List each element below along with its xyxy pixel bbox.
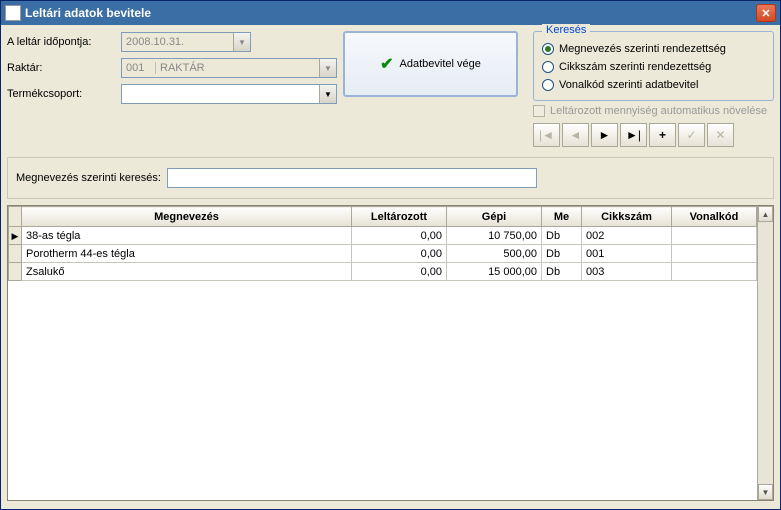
date-value: 2008.10.31. (122, 36, 233, 48)
radio-label: Vonalkód szerinti adatbevitel (559, 79, 698, 91)
nav-cancel-button: ✕ (707, 123, 734, 147)
table-row[interactable]: ▶38-as tégla0,0010 750,00Db002 (9, 227, 757, 245)
cell-name[interactable]: Porotherm 44-es tégla (22, 245, 352, 263)
chevron-down-icon[interactable]: ▼ (319, 59, 336, 77)
finish-entry-button[interactable]: ✔ Adatbevitel vége (343, 31, 518, 97)
chevron-down-icon[interactable]: ▼ (319, 85, 336, 103)
col-counted[interactable]: Leltározott (352, 207, 447, 227)
close-button[interactable]: ✕ (756, 4, 776, 22)
col-unit[interactable]: Me (542, 207, 582, 227)
radio-icon (542, 79, 554, 91)
radio-icon (542, 43, 554, 55)
productgroup-combo[interactable]: ▼ (121, 84, 337, 104)
cell-itemno[interactable]: 001 (582, 245, 672, 263)
warehouse-combo[interactable]: 001 RAKTÁR ▼ (121, 58, 337, 78)
date-label: A leltár időpontja: (7, 36, 117, 48)
row-indicator (9, 245, 22, 263)
radio-sort-by-name[interactable]: Megnevezés szerinti rendezettség (542, 40, 765, 58)
radio-sort-by-itemno[interactable]: Cikkszám szerinti rendezettség (542, 58, 765, 76)
row-header-col (9, 207, 22, 227)
search-label: Megnevezés szerinti keresés: (16, 172, 161, 184)
cell-itemno[interactable]: 003 (582, 263, 672, 281)
cell-computed[interactable]: 10 750,00 (447, 227, 542, 245)
search-panel: Megnevezés szerinti keresés: (7, 157, 774, 199)
warehouse-name: RAKTÁR (156, 62, 319, 74)
radio-barcode-entry[interactable]: Vonalkód szerinti adatbevitel (542, 76, 765, 94)
cell-barcode[interactable] (672, 227, 757, 245)
date-combo[interactable]: 2008.10.31. ▼ (121, 32, 251, 52)
checkbox-icon (533, 105, 545, 117)
search-groupbox: Keresés Megnevezés szerinti rendezettség… (533, 31, 774, 101)
cell-barcode[interactable] (672, 245, 757, 263)
vertical-scrollbar[interactable]: ▲ ▼ (757, 206, 773, 500)
nav-last-button[interactable]: ►| (620, 123, 647, 147)
chevron-down-icon[interactable]: ▼ (233, 33, 250, 51)
nav-add-button[interactable]: + (649, 123, 676, 147)
scroll-up-icon[interactable]: ▲ (758, 206, 773, 222)
app-window: Leltári adatok bevitele ✕ A leltár időpo… (0, 0, 781, 510)
check-icon: ✔ (380, 54, 393, 74)
nav-prev-button: ◄ (562, 123, 589, 147)
cell-unit[interactable]: Db (542, 263, 582, 281)
scroll-down-icon[interactable]: ▼ (758, 484, 773, 500)
nav-first-button: |◄ (533, 123, 560, 147)
row-indicator (9, 263, 22, 281)
col-itemno[interactable]: Cikkszám (582, 207, 672, 227)
app-icon (5, 5, 21, 21)
radio-label: Megnevezés szerinti rendezettség (559, 43, 726, 55)
cell-computed[interactable]: 15 000,00 (447, 263, 542, 281)
close-icon: ✕ (761, 7, 770, 20)
checkbox-label: Leltározott mennyiség automatikus növelé… (550, 105, 767, 117)
col-name[interactable]: Megnevezés (22, 207, 352, 227)
cell-barcode[interactable] (672, 263, 757, 281)
data-grid: Megnevezés Leltározott Gépi Me Cikkszám … (7, 205, 774, 501)
cell-itemno[interactable]: 002 (582, 227, 672, 245)
cell-counted[interactable]: 0,00 (352, 227, 447, 245)
nav-confirm-button: ✓ (678, 123, 705, 147)
search-legend: Keresés (542, 24, 590, 36)
radio-icon (542, 61, 554, 73)
cell-counted[interactable]: 0,00 (352, 263, 447, 281)
titlebar: Leltári adatok bevitele ✕ (1, 1, 780, 25)
productgroup-label: Termékcsoport: (7, 88, 117, 100)
cell-unit[interactable]: Db (542, 227, 582, 245)
cell-computed[interactable]: 500,00 (447, 245, 542, 263)
cell-name[interactable]: 38-as tégla (22, 227, 352, 245)
cell-counted[interactable]: 0,00 (352, 245, 447, 263)
radio-label: Cikkszám szerinti rendezettség (559, 61, 711, 73)
warehouse-code: 001 (122, 62, 156, 74)
col-barcode[interactable]: Vonalkód (672, 207, 757, 227)
table-row[interactable]: Zsalukő0,0015 000,00Db003 (9, 263, 757, 281)
table-row[interactable]: Porotherm 44-es tégla0,00500,00Db001 (9, 245, 757, 263)
row-indicator: ▶ (9, 227, 22, 245)
auto-increment-checkbox[interactable]: Leltározott mennyiség automatikus növelé… (533, 105, 774, 117)
cell-unit[interactable]: Db (542, 245, 582, 263)
col-computed[interactable]: Gépi (447, 207, 542, 227)
navigator-toolbar: |◄ ◄ ► ►| + ✓ ✕ (533, 123, 774, 147)
cell-name[interactable]: Zsalukő (22, 263, 352, 281)
window-title: Leltári adatok bevitele (25, 6, 151, 20)
search-input[interactable] (167, 168, 537, 188)
nav-next-button[interactable]: ► (591, 123, 618, 147)
grid-table: Megnevezés Leltározott Gépi Me Cikkszám … (8, 206, 757, 281)
finish-entry-label: Adatbevitel vége (400, 58, 481, 70)
warehouse-label: Raktár: (7, 62, 117, 74)
